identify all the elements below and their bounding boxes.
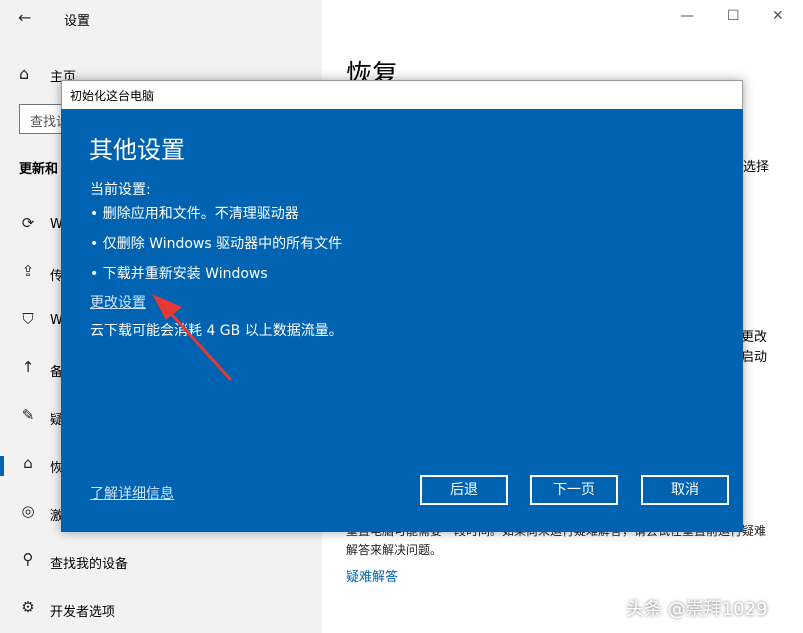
reset-pc-dialog: 初始化这台电脑 其他设置 当前设置: • 删除应用和文件。不清理驱动器 • 仅删…	[61, 80, 743, 532]
home-icon[interactable]: ⌂	[19, 64, 29, 83]
person-icon: ⚲	[22, 550, 34, 568]
sync-icon: ⟳	[21, 214, 35, 232]
side-text: 启动	[741, 350, 768, 365]
dialog-title: 初始化这台电脑	[70, 89, 155, 103]
dialog-heading: 其他设置	[89, 136, 185, 164]
data-usage-note: 云下载可能会消耗 4 GB 以上数据流量。	[90, 323, 343, 339]
settings-bullet: • 删除应用和文件。不清理驱动器	[90, 206, 299, 222]
backup-icon: ↑	[21, 358, 35, 376]
cancel-button[interactable]: 取消	[641, 475, 729, 505]
minimize-icon[interactable]: —	[680, 8, 694, 24]
dialog-titlebar: 初始化这台电脑	[61, 80, 743, 110]
sidebar-item-label: 开发者选项	[50, 605, 116, 620]
back-arrow-icon[interactable]: ←	[18, 8, 31, 27]
sidebar-item-find-my-device[interactable]: ⚲ 查找我的设备	[0, 546, 322, 578]
shield-icon: ⛉	[22, 310, 34, 328]
troubleshoot-link[interactable]: 疑难解答	[346, 566, 398, 585]
learn-more-link[interactable]: 了解详细信息	[90, 483, 174, 503]
recovery-icon: ⌂	[23, 454, 33, 472]
sidebar-section-title: 更新和	[19, 162, 59, 177]
developer-icon: ⚙	[21, 598, 35, 616]
back-button[interactable]: 后退	[420, 475, 508, 505]
close-icon[interactable]: ✕	[772, 8, 784, 24]
settings-bullet: • 下载并重新安装 Windows	[90, 266, 268, 282]
dialog-body: 其他设置 当前设置: • 删除应用和文件。不清理驱动器 • 仅删除 Window…	[61, 109, 743, 532]
change-settings-link[interactable]: 更改设置	[90, 292, 146, 312]
current-settings-label: 当前设置:	[90, 182, 151, 198]
upload-icon: ⇪	[21, 262, 35, 280]
next-button[interactable]: 下一页	[530, 475, 618, 505]
check-circle-icon: ◎	[21, 502, 35, 520]
settings-bullet: • 仅删除 Windows 驱动器中的所有文件	[90, 236, 343, 252]
app-title: 设置	[64, 14, 91, 29]
side-text: 更改	[741, 330, 768, 345]
sidebar-item-label: 查找我的设备	[50, 557, 129, 572]
maximize-icon[interactable]: ☐	[727, 8, 740, 24]
wrench-icon: ✎	[21, 406, 35, 424]
watermark: 头条 @崇拜1029	[626, 599, 768, 620]
side-text: 选择	[743, 160, 770, 175]
sidebar-item-developer[interactable]: ⚙ 开发者选项	[0, 594, 322, 626]
